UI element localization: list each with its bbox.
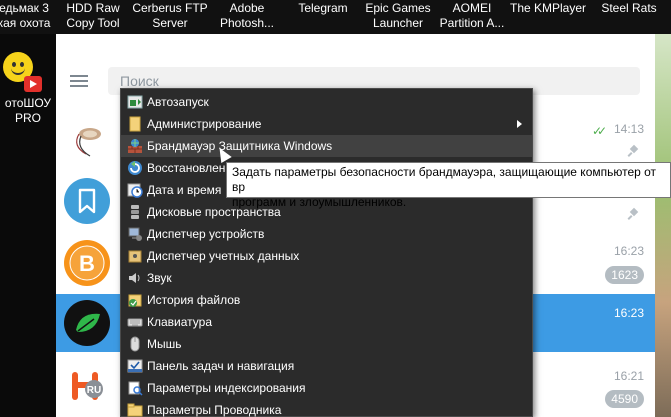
menu-item-explorer-options[interactable]: Параметры Проводника [121, 399, 532, 417]
menu-item-credentials[interactable]: Диспетчер учетных данных [121, 245, 532, 267]
menu-item-label: Восстановлен [147, 161, 226, 175]
explorer-options-icon [127, 403, 143, 417]
unread-badge: 1623 [605, 266, 644, 284]
menu-item-label: Диспетчер устройств [147, 227, 265, 241]
submenu-arrow-icon [517, 120, 522, 128]
play-icon [24, 76, 42, 92]
credentials-icon [128, 250, 142, 263]
desktop-icon-cerberus[interactable]: Cerberus FTP Server [130, 1, 210, 31]
menu-item-label: Администрирование [147, 117, 262, 131]
desktop-icon-aomei[interactable]: AOMEI Partition A... [438, 1, 506, 31]
firewall-icon [128, 139, 142, 153]
menu-item-label: История файлов [147, 293, 241, 307]
speaker-icon [129, 273, 140, 283]
desktop-icon-label: отоШОУ PRO [4, 96, 52, 125]
svg-text:B: B [79, 251, 95, 276]
menu-item-firewall[interactable]: Брандмауэр Защитника Windows [121, 135, 532, 157]
desktop-icon-steel-rats[interactable]: Steel Rats [596, 1, 662, 16]
avatar [64, 112, 110, 158]
chat-time: 16:21 [613, 369, 644, 383]
unread-badge: 4590 [605, 390, 644, 408]
desktop-wallpaper-edge [655, 34, 671, 417]
double-check-icon: ✓✓ [592, 124, 607, 138]
saved-messages-avatar [64, 178, 110, 224]
desktop-top-icons: едьмак 3 кая охота HDD Raw Copy Tool Cer… [0, 0, 671, 34]
ru-avatar: RU [64, 362, 110, 408]
desktop-icon-photoshop[interactable]: Adobe Photosh... [212, 1, 282, 31]
indexing-icon [128, 381, 143, 396]
menu-item-label: Параметры индексирования [147, 381, 306, 395]
menu-item-label: Клавиатура [147, 315, 212, 329]
svg-text:RU: RU [87, 385, 101, 396]
menu-icon[interactable] [70, 75, 88, 87]
desktop-icon-telegram[interactable]: Telegram [290, 1, 356, 16]
menu-item-sound[interactable]: Звук [121, 267, 532, 289]
menu-item-autostart[interactable]: Автозапуск [121, 91, 532, 113]
menu-item-taskbar[interactable]: Панель задач и навигация [121, 355, 532, 377]
menu-item-label: Брандмауэр Защитника Windows [147, 139, 333, 153]
menu-item-label: Панель задач и навигация [147, 359, 295, 373]
menu-item-label: Мышь [147, 337, 182, 351]
menu-item-label: Звук [147, 271, 172, 285]
pin-icon [628, 146, 638, 156]
tooltip: Задать параметры безопасности брандмауэр… [226, 162, 671, 209]
device-manager-icon [128, 227, 142, 241]
menu-item-label: Параметры Проводника [147, 403, 282, 417]
screen: едьмак 3 кая охота HDD Raw Copy Tool Cer… [0, 0, 671, 417]
chat-time: 14:13 [613, 122, 644, 136]
clock-icon [127, 183, 143, 198]
desktop-icon-epic[interactable]: Epic Games Launcher [360, 1, 436, 31]
menu-item-keyboard[interactable]: Клавиатура [121, 311, 532, 333]
folder-icon [129, 116, 141, 132]
desktop-icon-hdd-raw[interactable]: HDD Raw Copy Tool [60, 1, 126, 31]
taskbar-icon [127, 359, 143, 373]
mouse-icon [130, 336, 140, 352]
desktop-icon-kmplayer[interactable]: The KMPlayer [508, 1, 588, 16]
storage-icon [131, 205, 139, 219]
menu-item-file-history[interactable]: История файлов [121, 289, 532, 311]
control-panel-menu: Автозапуск Администрирование Брандмауэр … [120, 88, 533, 417]
search-placeholder: Поиск [120, 73, 159, 89]
autostart-icon [127, 95, 143, 109]
menu-item-label: Дата и время [147, 183, 222, 197]
pin-icon [628, 209, 638, 219]
keyboard-icon [127, 318, 143, 327]
leaf-avatar [64, 300, 110, 346]
chat-time: 16:23 [613, 306, 644, 320]
chat-time: 16:23 [613, 244, 644, 258]
menu-item-indexing[interactable]: Параметры индексирования [121, 377, 532, 399]
menu-item-label: Автозапуск [147, 95, 209, 109]
menu-item-label: Диспетчер учетных данных [147, 249, 300, 263]
menu-item-device-manager[interactable]: Диспетчер устройств [121, 223, 532, 245]
file-history-icon [128, 294, 142, 307]
desktop-icon-witcher[interactable]: едьмак 3 кая охота [0, 1, 52, 31]
bitcoin-avatar: B [64, 240, 110, 286]
restore-icon [128, 161, 142, 175]
menu-item-mouse[interactable]: Мышь [121, 333, 532, 355]
menu-item-administration[interactable]: Администрирование [121, 113, 532, 135]
